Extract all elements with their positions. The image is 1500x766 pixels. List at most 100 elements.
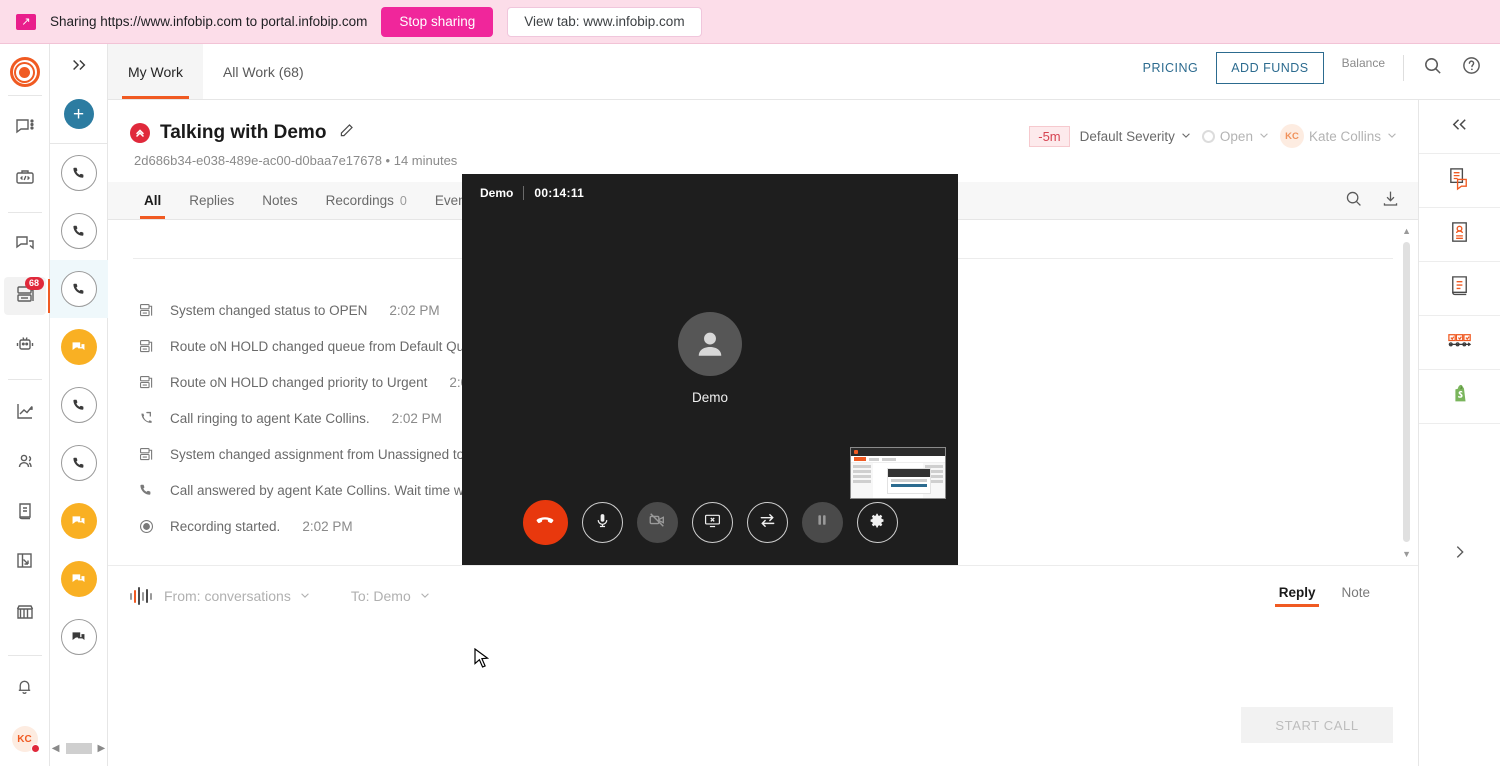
global-search-button[interactable] (1422, 55, 1443, 81)
primary-navigation-rail: 68 (0, 44, 50, 766)
pricing-link[interactable]: PRICING (1143, 61, 1199, 75)
view-tab-button[interactable]: View tab: www.infobip.com (507, 7, 701, 37)
end-call-button[interactable] (523, 500, 568, 545)
screen-share-preview[interactable] (850, 447, 946, 499)
panel-conversation-details[interactable] (1419, 154, 1500, 208)
edit-title-button[interactable] (338, 122, 355, 144)
status-value: Open (1220, 129, 1253, 144)
tab-notes[interactable]: Notes (248, 182, 311, 219)
sidebar-item-broadcast[interactable] (4, 227, 46, 265)
tab-label: All (144, 193, 161, 208)
panel-shopify-app[interactable] (1419, 370, 1500, 424)
double-chevron-right-icon (70, 61, 88, 78)
add-funds-button[interactable]: ADD FUNDS (1216, 52, 1323, 84)
tab-my-work[interactable]: My Work (108, 44, 203, 99)
conversation-pager[interactable]: ◀ ▶ (52, 743, 105, 754)
expand-panel-button[interactable] (1451, 543, 1469, 566)
sidebar-item-conversations[interactable] (4, 110, 46, 148)
conversation-item[interactable] (50, 550, 108, 608)
scroll-down-arrow[interactable]: ▼ (1402, 549, 1411, 559)
download-transcript-button[interactable] (1381, 189, 1400, 213)
sidebar-item-flows[interactable] (4, 544, 46, 582)
conversation-item-active[interactable] (50, 260, 108, 318)
conversation-item[interactable] (50, 608, 108, 666)
from-channel-dropdown[interactable]: From: conversations (164, 588, 311, 604)
pager-track[interactable] (66, 743, 92, 754)
sidebar-item-inbox[interactable]: 68 (4, 277, 46, 315)
thread-scrollbar[interactable]: ▲ ▼ (1407, 226, 1414, 559)
recording-icon (136, 518, 156, 535)
sidebar-item-people[interactable] (4, 444, 46, 482)
preview-modal-header (888, 469, 930, 477)
tab-reply[interactable]: Reply (1279, 585, 1316, 607)
preview-line (853, 470, 871, 473)
event-text: Call answered by agent Kate Collins. Wai… (170, 483, 471, 498)
broadcast-icon (15, 234, 35, 259)
screen-share-button[interactable] (692, 502, 733, 543)
tab-replies[interactable]: Replies (175, 182, 248, 219)
tab-recordings[interactable]: Recordings 0 (312, 182, 421, 219)
status-dropdown[interactable]: Open (1202, 129, 1270, 144)
tab-note[interactable]: Note (1341, 585, 1370, 607)
preview-line (853, 480, 871, 483)
tab-all[interactable]: All (130, 182, 175, 219)
conversation-item[interactable] (50, 144, 108, 202)
scroll-up-arrow[interactable]: ▲ (1402, 226, 1411, 236)
start-call-button[interactable]: START CALL (1241, 707, 1393, 743)
severity-dropdown[interactable]: Default Severity (1080, 129, 1192, 144)
mute-button[interactable] (582, 502, 623, 543)
stop-sharing-button[interactable]: Stop sharing (381, 7, 493, 37)
conversation-header: Talking with Demo 2d686b34-e038-489e-ac0… (108, 100, 1418, 182)
phone-icon (61, 213, 97, 249)
thread-search-button[interactable] (1344, 189, 1363, 213)
tab-all-work[interactable]: All Work (68) (203, 44, 324, 99)
flow-icon (15, 551, 35, 576)
help-circle-icon (1461, 55, 1482, 81)
help-button[interactable] (1461, 55, 1482, 81)
work-tabs: My Work All Work (68) (108, 44, 324, 99)
video-button[interactable] (637, 502, 678, 543)
collapse-panel-button[interactable] (1419, 100, 1500, 154)
panel-customer-profile[interactable] (1419, 208, 1500, 262)
conversation-item[interactable] (50, 492, 108, 550)
user-avatar[interactable]: KC (12, 726, 38, 752)
event-text: System changed assignment from Unassigne… (170, 447, 464, 462)
conversation-summary-icon (1447, 166, 1472, 196)
conversation-item[interactable] (50, 434, 108, 492)
phone-icon (136, 482, 156, 498)
sidebar-item-knowledge-base[interactable] (4, 494, 46, 532)
sidebar-item-marketplace[interactable] (4, 594, 46, 632)
context-panel-rail (1418, 100, 1500, 766)
call-settings-button[interactable] (857, 502, 898, 543)
conversation-item[interactable] (50, 202, 108, 260)
hold-button[interactable] (802, 502, 843, 543)
expand-conversation-rail-button[interactable] (70, 56, 88, 79)
pager-prev-icon[interactable]: ◀ (52, 743, 60, 754)
notifications-button[interactable] (4, 670, 46, 708)
sidebar-item-developer-tools[interactable] (4, 160, 46, 198)
scroll-thumb[interactable] (1403, 242, 1410, 542)
new-conversation-button[interactable]: + (64, 99, 94, 129)
panel-knowledge-base[interactable] (1419, 262, 1500, 316)
pager-next-icon[interactable]: ▶ (98, 743, 106, 754)
infobip-logo-icon[interactable] (10, 57, 40, 87)
conversation-item[interactable] (50, 376, 108, 434)
preview-line (853, 465, 871, 468)
assignee-dropdown[interactable]: KC Kate Collins (1280, 124, 1398, 148)
mouse-cursor (474, 648, 490, 675)
phone-icon (61, 445, 97, 481)
call-widget-header: Demo 00:14:11 (462, 174, 958, 200)
panel-customer-journey[interactable] (1419, 316, 1500, 370)
transfer-call-button[interactable] (747, 502, 788, 543)
screen-share-bar: Sharing https://www.infobip.com to porta… (0, 0, 1500, 44)
balance-label: Balance (1342, 56, 1385, 70)
rail-divider (8, 379, 42, 380)
to-contact-dropdown[interactable]: To: Demo (351, 588, 431, 604)
sidebar-item-analytics[interactable] (4, 394, 46, 432)
sidebar-item-chatbots[interactable] (4, 327, 46, 365)
conversation-item[interactable] (50, 318, 108, 376)
person-icon (678, 312, 742, 376)
call-controls (462, 500, 958, 545)
sla-badge: -5m (1029, 126, 1069, 147)
chat-icon (61, 561, 97, 597)
